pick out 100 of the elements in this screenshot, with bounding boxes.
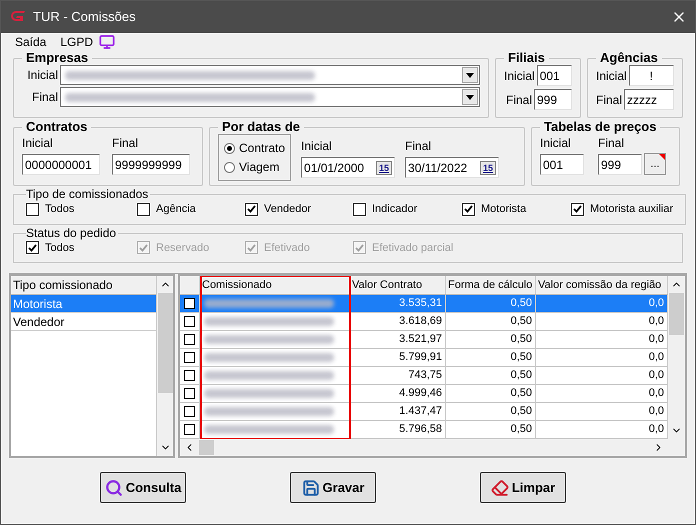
checkbox[interactable]: [26, 241, 39, 254]
table-cell: 5.799,91: [350, 349, 446, 366]
eraser-icon: [490, 478, 509, 496]
group-title: Tabelas de preços: [543, 120, 658, 134]
action-button[interactable]: Limpar: [480, 472, 566, 503]
check-icon: [247, 205, 256, 214]
checkbox-label: Todos: [45, 240, 74, 256]
checkbox[interactable]: [353, 202, 366, 216]
table-cell: 0,50: [446, 295, 536, 312]
table-cell: 3.618,69: [350, 313, 446, 330]
table-row[interactable]: 4.999,46 0,50 0,0: [180, 385, 668, 403]
table-cell: 0,50: [446, 421, 536, 438]
check-icon: [247, 244, 256, 252]
checkbox-label: Motorista: [481, 202, 526, 217]
checkbox-label: Reservado: [156, 240, 210, 256]
check-icon: [355, 244, 364, 252]
checkbox[interactable]: [184, 424, 195, 435]
checkbox-label: Vendedor: [264, 202, 312, 217]
table-row[interactable]: 1.437,47 0,50 0,0: [180, 403, 668, 421]
table-cell: 0,50: [446, 367, 536, 384]
dropdown-button[interactable]: [462, 89, 478, 105]
text-field[interactable]: 999: [534, 89, 572, 110]
checkbox[interactable]: [184, 370, 195, 381]
radio-option[interactable]: Contrato: [224, 139, 286, 157]
table-cell: 0,50: [446, 331, 536, 348]
group-title: Status do pedido: [26, 226, 118, 240]
combo-box[interactable]: [60, 87, 480, 107]
field-label: Final: [30, 89, 58, 106]
table-row[interactable]: 5.799,91 0,50 0,0: [180, 349, 668, 367]
field-label: Inicial: [504, 68, 535, 84]
table-cell: 4.999,46: [350, 385, 446, 402]
checkbox[interactable]: [184, 334, 195, 345]
check-icon: [28, 244, 37, 252]
checkbox[interactable]: [184, 298, 195, 309]
text-field[interactable]: 9999999999: [112, 154, 190, 175]
scroll-thumb[interactable]: [199, 440, 214, 455]
text-field[interactable]: 0000000001: [22, 154, 100, 175]
scroll-thumb[interactable]: [669, 293, 684, 335]
check-icon: [464, 205, 473, 214]
calendar-button[interactable]: 15: [376, 160, 392, 174]
checkbox[interactable]: [462, 202, 475, 216]
field-label: Inicial: [26, 67, 58, 84]
radio-option[interactable]: Viagem: [224, 158, 286, 176]
list-item[interactable]: Motorista: [11, 295, 156, 313]
group-title: Filiais: [507, 51, 546, 65]
table-row[interactable]: 743,75 0,50 0,0: [180, 367, 668, 385]
table-cell: 0,50: [446, 313, 536, 330]
field-label: Final: [405, 138, 432, 155]
action-button[interactable]: Gravar: [290, 472, 376, 503]
checkbox[interactable]: [184, 352, 195, 363]
table-cell: 3.535,31: [350, 295, 446, 312]
checkbox[interactable]: [571, 202, 584, 216]
table-row[interactable]: 3.521,97 0,50 0,0: [180, 331, 668, 349]
table-row[interactable]: 5.796,58 0,50 0,0: [180, 421, 668, 439]
text-field[interactable]: !: [628, 65, 674, 86]
scroll-thumb[interactable]: [158, 293, 172, 393]
checkbox-label: Motorista auxiliar: [590, 202, 674, 217]
field-label: Inicial: [22, 135, 54, 152]
check-icon: [573, 205, 582, 214]
table-cell: 1.437,47: [350, 403, 446, 420]
field-label: Inicial: [301, 138, 333, 155]
text-field[interactable]: zzzzz: [624, 89, 674, 110]
checkbox[interactable]: [26, 202, 39, 216]
table-cell: 743,75: [350, 367, 446, 384]
text-field[interactable]: 01/01/2000 15: [301, 157, 396, 178]
menu-item[interactable]: LGPD: [60, 33, 94, 51]
column-header: Valor Contrato: [350, 276, 446, 294]
group-title: Tipo de comissionados: [26, 188, 150, 201]
table-cell: 0,50: [446, 403, 536, 420]
text-field[interactable]: 001: [540, 154, 584, 175]
text-field[interactable]: 30/11/2022 15: [405, 157, 500, 178]
combo-box[interactable]: [60, 65, 480, 85]
field-label: Final: [598, 135, 626, 152]
checkbox-label: Indicador: [372, 202, 418, 217]
table-cell: 0,50: [446, 385, 536, 402]
check-icon: [139, 244, 148, 252]
ellipsis-button[interactable]: ...: [644, 153, 666, 175]
checkbox[interactable]: [137, 202, 150, 216]
checkbox-label: Agência: [156, 202, 196, 217]
field-label: Inicial: [540, 135, 572, 152]
monitor-icon[interactable]: [99, 34, 116, 50]
checkbox-label: Todos: [45, 202, 74, 217]
table-cell: 5.796,58: [350, 421, 446, 438]
text-field[interactable]: 001: [536, 65, 572, 86]
text-field[interactable]: 999: [598, 154, 642, 175]
calendar-button[interactable]: 15: [480, 160, 496, 174]
window-title: TUR - Comissões: [33, 8, 136, 26]
table-row[interactable]: 3.535,31 0,50 0,0: [180, 295, 668, 313]
checkbox[interactable]: [184, 406, 195, 417]
checkbox[interactable]: [245, 202, 258, 216]
column-header: Tipo comissionado: [11, 276, 156, 295]
table-row[interactable]: 3.618,69 0,50 0,0: [180, 313, 668, 331]
checkbox[interactable]: [184, 388, 195, 399]
checkbox[interactable]: [184, 316, 195, 327]
dropdown-button[interactable]: [462, 67, 478, 83]
scrollbar[interactable]: [156, 276, 173, 456]
group-title: Agências: [599, 51, 659, 65]
menu-item[interactable]: Saída: [15, 33, 46, 51]
caret-icon: [466, 72, 474, 78]
action-button[interactable]: Consulta: [100, 472, 186, 503]
